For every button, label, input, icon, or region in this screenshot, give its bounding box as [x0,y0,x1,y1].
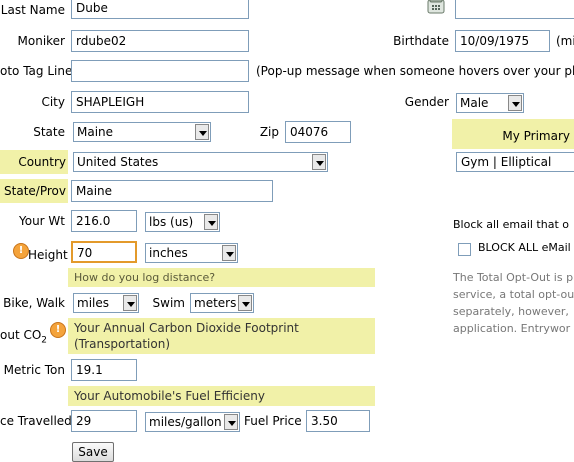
co2-heading-line1: Your Annual Carbon Dioxide Footprint [74,321,299,335]
city-label: City [41,95,65,109]
save-button[interactable]: Save [72,442,114,462]
distance-unit-select[interactable]: miles/gallon [145,412,240,432]
height-unit-select[interactable]: inches [145,243,238,263]
info-icon[interactable]: ! [50,322,66,338]
primary-heading: My Primary [452,119,574,149]
last-name-input[interactable]: Dube [71,0,249,19]
weight-unit-value: lbs (us) [149,215,194,229]
height-unit-value: inches [149,246,188,260]
city-input[interactable]: SHAPLEIGH [71,91,249,113]
fuel-price-input[interactable]: 3.50 [306,410,370,432]
bike-walk-value: miles [77,296,109,310]
info-icon[interactable]: ! [13,243,29,259]
moniker-input[interactable]: rdube02 [71,30,249,52]
gender-select[interactable]: Male [456,93,524,113]
state-label: State [33,125,65,139]
log-distance-heading: How do you log distance? [68,268,375,287]
primary-activity-select[interactable]: Gym | Elliptical [456,152,574,172]
chevron-down-icon [238,295,252,311]
state-prov-label: State/Prov [0,179,68,203]
birthdate-input[interactable]: 10/09/1975 [455,30,550,52]
block-all-label: BLOCK ALL eMail [478,241,571,254]
co2-label-sub: 2 [41,335,48,346]
gender-label: Gender [404,95,449,109]
country-value: United States [77,155,159,169]
country-select[interactable]: United States [73,152,328,172]
zip-input[interactable]: 04076 [285,121,351,143]
chevron-down-icon [204,214,218,230]
chevron-down-icon [224,414,238,430]
optout-line: separately, however, [453,305,569,318]
height-label: Height [28,248,68,262]
fuel-price-label: Fuel Price [244,414,302,428]
phone-icon [426,0,446,15]
block-all-checkbox[interactable] [458,243,471,256]
weight-unit-select[interactable]: lbs (us) [145,212,220,232]
optout-line: service, a total opt-ou [453,288,574,301]
weight-label: Your Wt [18,214,65,228]
block-email-text: Block all email that o [453,218,569,231]
height-input[interactable]: 70 [71,241,137,263]
bike-walk-label: Bike, Walk [3,296,65,310]
gender-value: Male [460,96,489,110]
distance-unit-value: miles/gallon [149,415,222,429]
metric-ton-label: Metric Ton [3,363,65,377]
optout-text: The Total Opt-Out is p service, a total … [453,269,574,337]
co2-heading-line2: (Transportation) [74,337,171,351]
moniker-label: Moniker [17,34,65,48]
birthdate-label: Birthdate [393,34,449,48]
distance-input[interactable]: 29 [71,410,137,432]
photo-tag-hint: (Pop-up message when someone hovers over… [256,64,574,78]
photo-tag-label: oto Tag Line [0,64,73,78]
co2-label-text: out CO [0,328,42,342]
optout-line: application. Entrywor [453,322,571,335]
weight-input[interactable]: 216.0 [71,210,137,232]
zip-label: Zip [259,125,279,139]
birthdate-hint: (mi [556,34,574,48]
bike-walk-select[interactable]: miles [73,293,139,313]
fuel-efficiency-heading: Your Automobile's Fuel Efficieny [68,386,375,406]
distance-label: ce Travelled [0,414,72,428]
state-select[interactable]: Maine [73,122,211,142]
chevron-down-icon [312,154,326,170]
swim-label: Swim [152,296,185,310]
state-prov-input[interactable]: Maine [71,180,273,202]
chevron-down-icon [195,124,209,140]
chevron-down-icon [123,295,137,311]
photo-tag-input[interactable] [71,60,249,82]
co2-label: out CO2 [0,324,47,346]
swim-select[interactable]: meters [190,293,254,313]
last-name-label: Last Name [0,3,65,17]
co2-heading: Your Annual Carbon Dioxide Footprint (Tr… [68,318,375,354]
phone-input[interactable] [455,0,574,19]
state-value: Maine [77,125,114,139]
swim-value: meters [194,296,237,310]
chevron-down-icon [508,95,522,111]
optout-line: The Total Opt-Out is p [453,271,574,284]
chevron-down-icon [222,245,236,261]
metric-ton-input[interactable]: 19.1 [71,359,137,381]
country-label: Country [0,150,68,174]
